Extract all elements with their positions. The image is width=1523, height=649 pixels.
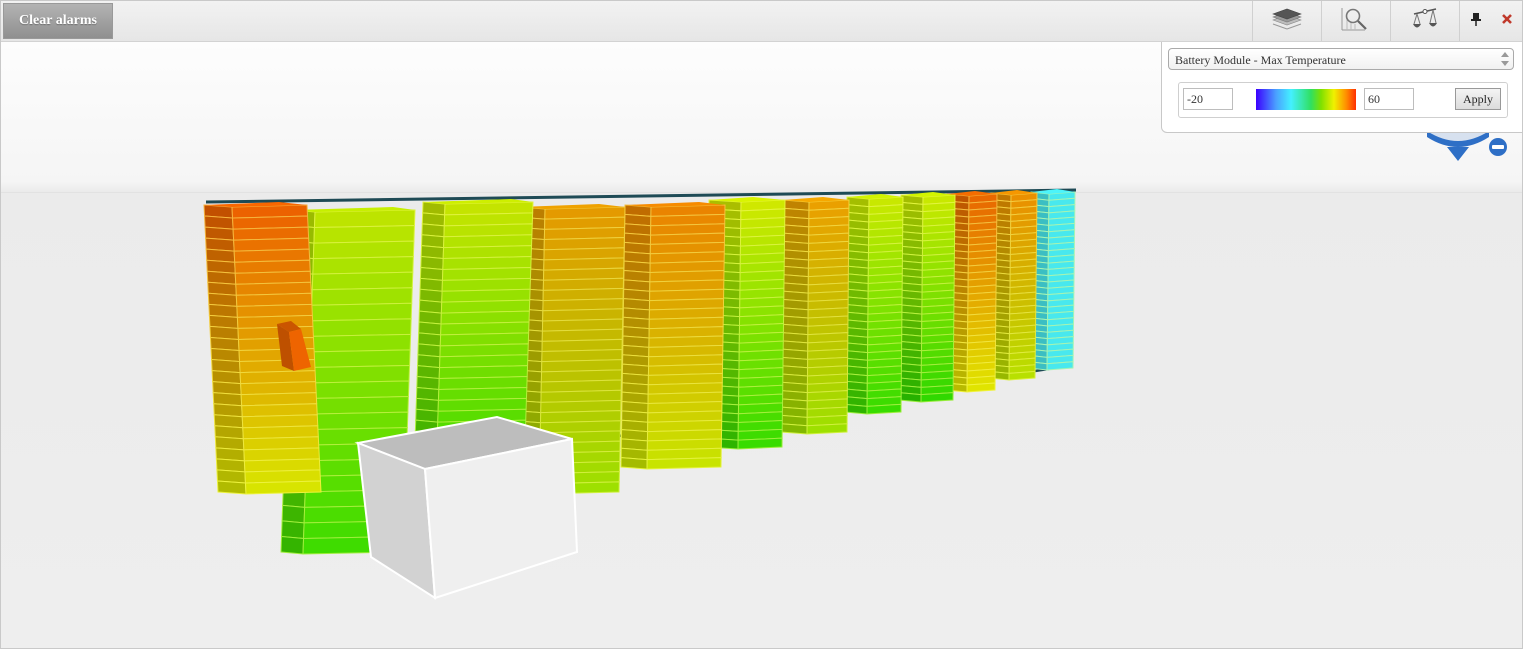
- battery-module[interactable]: [309, 333, 412, 353]
- battery-rack[interactable]: [620, 202, 726, 470]
- battery-module-side: [844, 403, 868, 415]
- battery-module[interactable]: [313, 225, 415, 244]
- layers-icon: [1269, 8, 1305, 35]
- battery-module-side: [780, 423, 808, 435]
- metric-select[interactable]: Battery Module - Max Temperature: [1168, 48, 1514, 70]
- battery-module-side: [280, 535, 305, 555]
- battery-module[interactable]: [312, 256, 414, 275]
- battery-module-side: [216, 480, 247, 495]
- viewer-window: Clear alarms Battery Module - Max Temper…: [0, 0, 1523, 649]
- battery-module[interactable]: [806, 423, 848, 435]
- pan-down-icon[interactable]: [1447, 147, 1469, 161]
- chart-search-button[interactable]: [1321, 1, 1390, 41]
- battery-module[interactable]: [311, 287, 413, 306]
- select-arrows-icon: [1501, 52, 1509, 66]
- battery-module[interactable]: [310, 302, 413, 322]
- battery-rack[interactable]: [844, 194, 904, 415]
- battery-module[interactable]: [737, 437, 783, 450]
- apply-button[interactable]: Apply: [1455, 88, 1501, 110]
- color-scale-gradient: [1256, 89, 1356, 110]
- battery-rack[interactable]: [898, 192, 956, 403]
- battery-module[interactable]: [966, 382, 996, 393]
- battery-module[interactable]: [309, 349, 411, 368]
- close-icon[interactable]: [1501, 12, 1513, 30]
- battery-module[interactable]: [307, 380, 410, 400]
- battery-module-side: [620, 457, 648, 470]
- battery-module[interactable]: [306, 411, 409, 431]
- range-min-input[interactable]: [1183, 88, 1233, 110]
- zoom-out-icon[interactable]: [1489, 138, 1507, 156]
- heatmap-settings-panel: Battery Module - Max Temperature Apply: [1161, 42, 1522, 133]
- battery-module[interactable]: [1008, 370, 1036, 381]
- range-max-input[interactable]: [1364, 88, 1414, 110]
- battery-module[interactable]: [920, 392, 954, 403]
- battery-racks-3d-scene[interactable]: [1, 42, 1522, 649]
- battery-module-side: [898, 392, 922, 403]
- battery-rack[interactable]: [414, 199, 534, 445]
- battery-module[interactable]: [312, 240, 415, 260]
- pin-icon[interactable]: [1470, 12, 1482, 31]
- battery-module[interactable]: [311, 271, 414, 291]
- battery-rack[interactable]: [780, 197, 850, 435]
- clear-alarms-button[interactable]: Clear alarms: [3, 3, 113, 39]
- window-controls: [1459, 1, 1522, 41]
- toolbar-tools: [1252, 1, 1522, 41]
- 3d-viewport[interactable]: [1, 42, 1522, 649]
- battery-module-side: [281, 520, 305, 540]
- metric-select-value: Battery Module - Max Temperature: [1175, 53, 1346, 67]
- battery-module[interactable]: [313, 209, 416, 229]
- battery-module[interactable]: [866, 403, 902, 415]
- battery-module[interactable]: [646, 457, 722, 470]
- battery-module[interactable]: [307, 396, 409, 415]
- color-range-control: Apply: [1178, 82, 1508, 118]
- chart-search-icon: [1339, 6, 1373, 37]
- battery-module[interactable]: [244, 480, 322, 495]
- battery-module[interactable]: [310, 318, 412, 337]
- layers-button[interactable]: [1252, 1, 1321, 41]
- battery-module-side: [281, 504, 306, 524]
- top-toolbar: Clear alarms: [1, 1, 1522, 42]
- battery-module[interactable]: [1046, 361, 1074, 371]
- balance-button[interactable]: [1390, 1, 1459, 41]
- balance-scale-icon: [1410, 6, 1440, 37]
- cabinet-box[interactable]: [354, 415, 579, 600]
- battery-module[interactable]: [308, 364, 411, 384]
